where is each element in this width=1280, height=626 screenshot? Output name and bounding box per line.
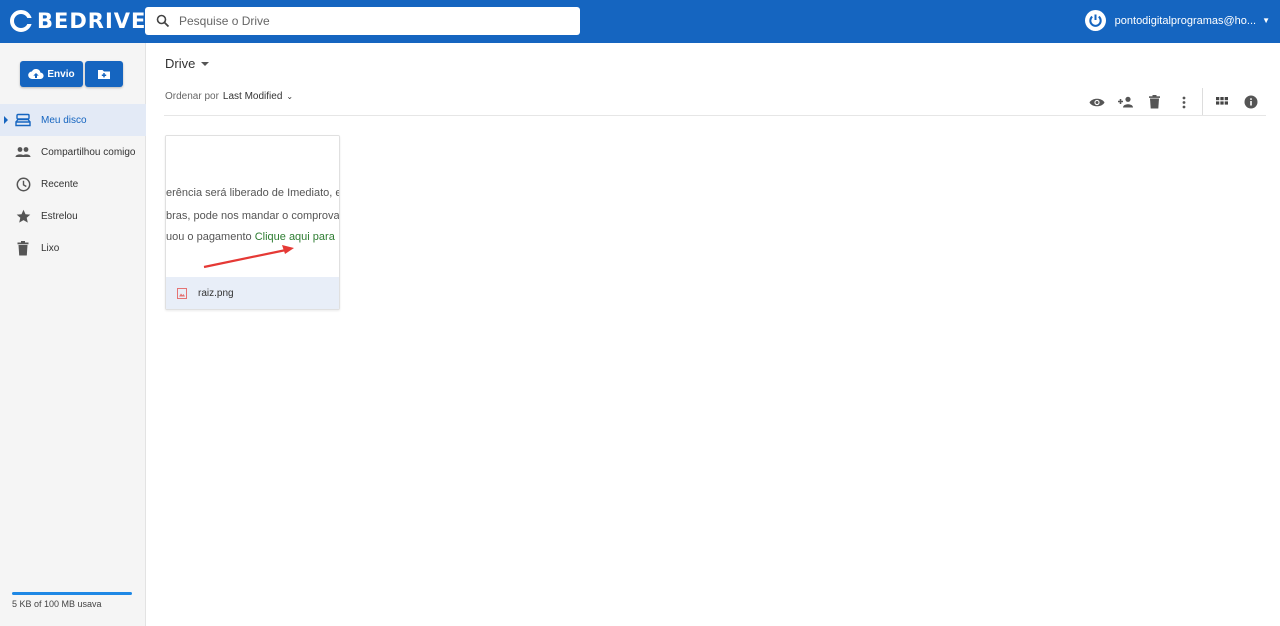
sidebar-item-label: Lixo: [41, 242, 60, 254]
sidebar-item-my-drive[interactable]: Meu disco: [0, 104, 146, 136]
sidebar: Envio Meu disco Compartilhou comigo Rece…: [0, 43, 146, 626]
sidebar-item-label: Meu disco: [41, 114, 87, 126]
trash-icon: [15, 240, 31, 256]
account-email: pontodigitalprogramas@ho...: [1114, 14, 1257, 27]
grid-view-button[interactable]: [1207, 92, 1236, 112]
bedrive-logo-icon: [10, 10, 33, 32]
delete-icon: [1149, 95, 1160, 109]
logo[interactable]: BEDRIVE: [9, 8, 146, 34]
info-button[interactable]: [1236, 92, 1265, 112]
sidebar-item-trash[interactable]: Lixo: [0, 232, 146, 264]
storage-usage-text: 5 KB of 100 MB usava: [12, 599, 102, 609]
breadcrumb-root: Drive: [165, 56, 196, 71]
account-menu[interactable]: pontodigitalprogramas@ho... ▼: [1084, 10, 1270, 31]
thumbnail-text-line: bras, pode nos mandar o comprova: [166, 210, 339, 222]
sidebar-nav: Meu disco Compartilhou comigo Recente Es…: [0, 104, 146, 264]
chevron-down-icon: ▼: [1262, 16, 1270, 25]
upload-button-label: Envio: [47, 68, 75, 80]
main-content: Drive Ordenar por Last Modified ⌄ erênci…: [146, 43, 1280, 626]
sort-label: Ordenar por: [165, 91, 219, 102]
new-folder-icon: [98, 70, 110, 79]
logo-text: BEDRIVE: [37, 9, 147, 33]
more-options-button[interactable]: [1169, 92, 1198, 112]
top-bar: BEDRIVE pontodigitalprogramas@ho... ▼: [0, 0, 1280, 43]
sidebar-item-starred[interactable]: Estrelou: [0, 200, 146, 232]
file-card[interactable]: erência será liberado de Imediato, e bra…: [165, 135, 340, 310]
sidebar-item-recent[interactable]: Recente: [0, 168, 146, 200]
avatar: [1084, 10, 1106, 31]
power-icon: [1089, 14, 1102, 27]
grid-view-icon: [1215, 96, 1228, 105]
drive-icon: [15, 112, 31, 128]
search-input[interactable]: [179, 14, 559, 28]
image-file-icon: [177, 287, 187, 299]
caret-right-icon: [4, 116, 8, 124]
delete-button[interactable]: [1140, 92, 1169, 112]
sort-value: Last Modified: [222, 91, 283, 102]
cloud-upload-icon: [28, 68, 44, 80]
chevron-down-icon: ⌄: [286, 92, 294, 101]
red-arrow-icon: [203, 245, 294, 269]
file-toolbar: [1082, 88, 1265, 116]
clock-icon: [15, 176, 31, 192]
sidebar-item-label: Estrelou: [41, 210, 78, 222]
more-vert-icon: [1182, 96, 1185, 108]
preview-button[interactable]: [1082, 92, 1111, 112]
share-user-icon: [1118, 96, 1133, 108]
sidebar-item-label: Compartilhou comigo: [41, 146, 136, 158]
sidebar-actions: Envio: [20, 61, 123, 87]
upload-button[interactable]: Envio: [20, 61, 83, 87]
search-bar[interactable]: [145, 7, 580, 35]
sidebar-item-label: Recente: [41, 178, 79, 190]
share-button[interactable]: [1111, 92, 1140, 112]
sidebar-item-shared[interactable]: Compartilhou comigo: [0, 136, 146, 168]
people-icon: [15, 144, 31, 160]
star-icon: [15, 208, 31, 224]
thumbnail-text-line: erência será liberado de Imediato, e: [166, 187, 339, 199]
file-name: raiz.png: [198, 287, 234, 299]
storage-progress-bar: [12, 592, 132, 595]
file-card-footer: raiz.png: [166, 277, 339, 309]
new-folder-button[interactable]: [85, 61, 123, 87]
sort-control[interactable]: Ordenar por Last Modified ⌄: [165, 91, 293, 102]
header-divider: [164, 115, 1266, 116]
breadcrumb[interactable]: Drive: [165, 56, 210, 71]
toolbar-divider: [1202, 88, 1203, 116]
caret-down-icon: [201, 61, 210, 66]
search-icon: [156, 14, 170, 28]
preview-icon: [1089, 98, 1104, 106]
info-icon: [1244, 95, 1257, 109]
file-thumbnail: erência será liberado de Imediato, e bra…: [166, 136, 339, 277]
